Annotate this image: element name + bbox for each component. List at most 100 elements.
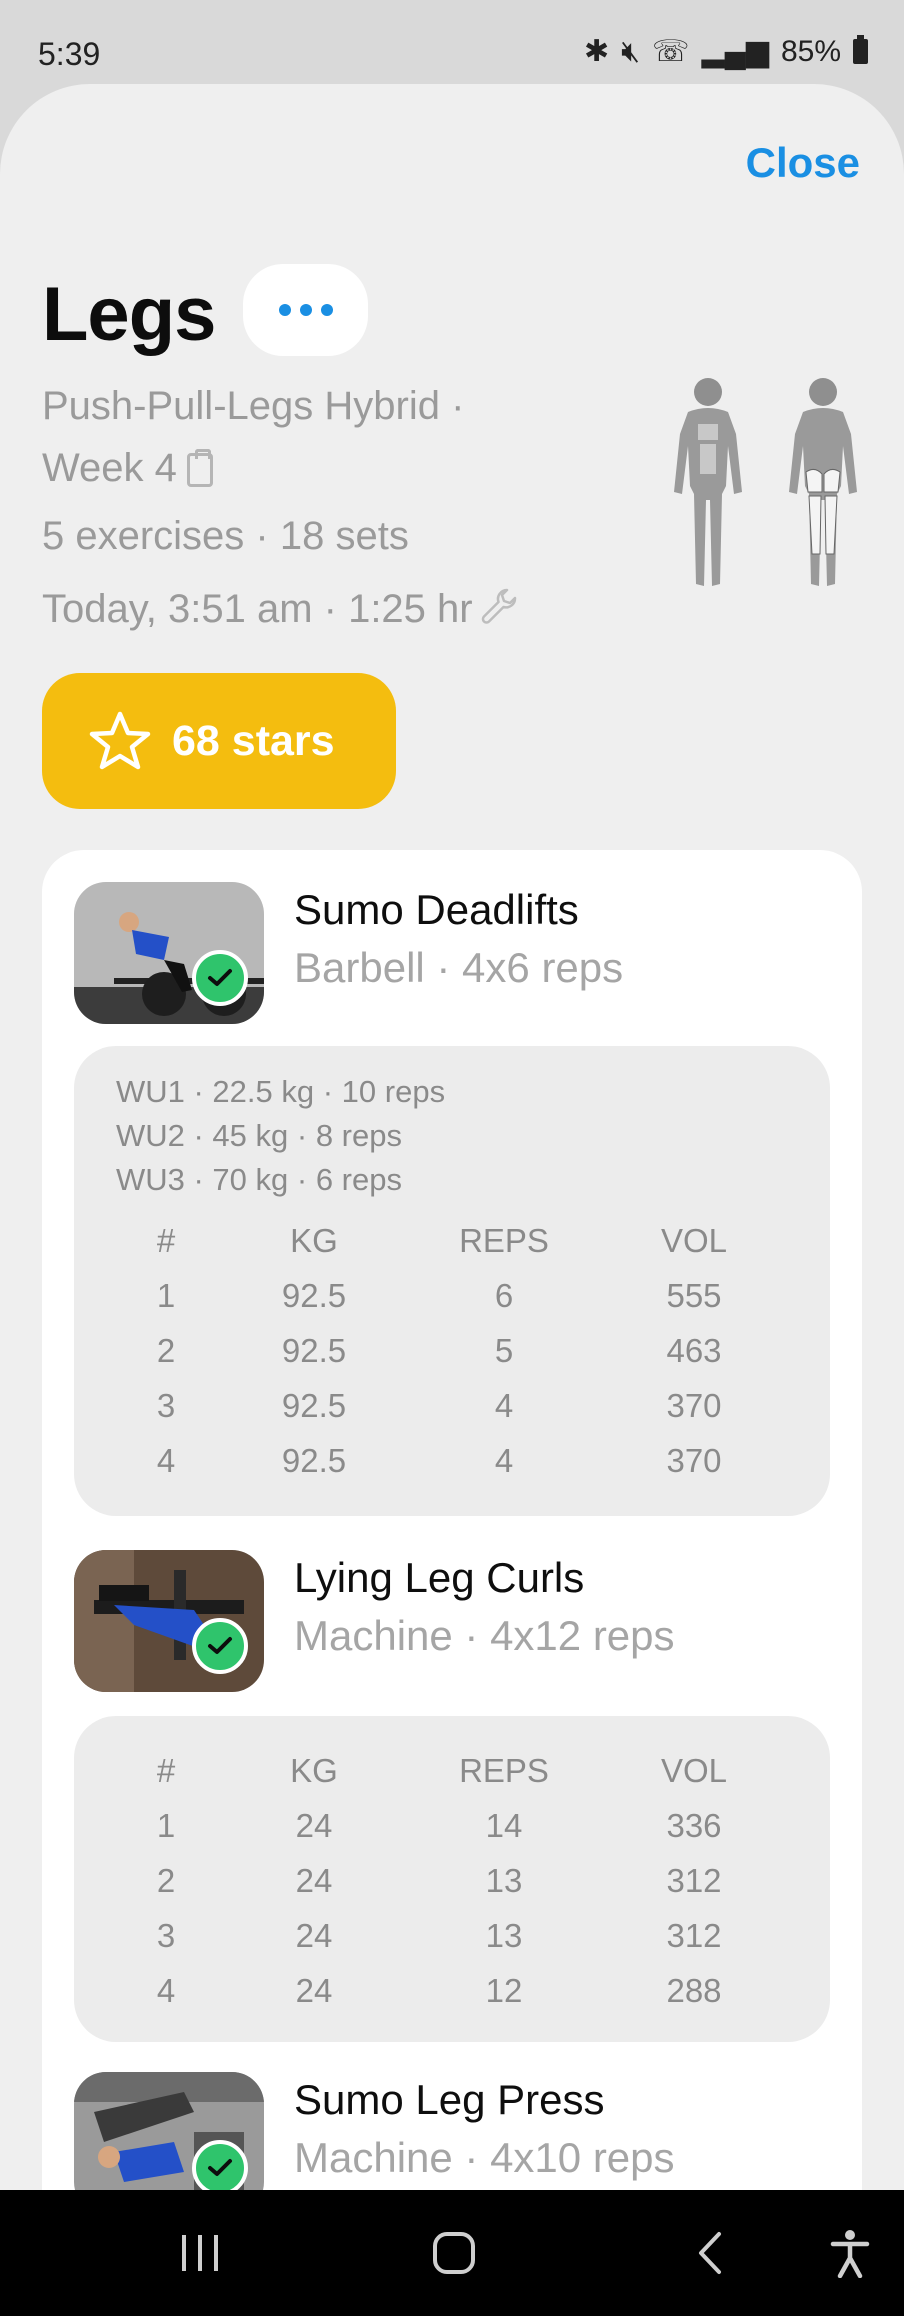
- set-kg: 24: [295, 1807, 333, 1844]
- set-volume: 312: [666, 1862, 722, 1899]
- warmup-set: WU2 · 45 kg · 8 reps: [116, 1118, 402, 1153]
- table-row: 4 92.5 4 370: [74, 1442, 830, 1497]
- dot-icon: [278, 304, 291, 316]
- bluetooth-icon: ✱: [583, 35, 610, 68]
- set-number: 3: [156, 1387, 176, 1424]
- set-volume: 555: [666, 1277, 722, 1314]
- datetime-line: Today, 3:51 am · 1:25 hr: [42, 586, 519, 632]
- body-front-figure: [674, 378, 742, 586]
- set-number: 4: [156, 1972, 176, 2009]
- table-row: 4 24 12 288: [74, 1972, 830, 2027]
- set-volume: 336: [666, 1807, 722, 1844]
- set-number: 2: [156, 1862, 176, 1899]
- stars-label: 68 stars: [172, 716, 335, 765]
- more-options-button[interactable]: [243, 264, 368, 356]
- exercise-thumbnail: [74, 1550, 264, 1692]
- workout-title: Legs: [42, 272, 216, 357]
- set-volume: 312: [666, 1917, 722, 1954]
- col-header: #: [156, 1752, 176, 1789]
- col-header: KG: [290, 1222, 338, 1259]
- table-row: 2 24 13 312: [74, 1862, 830, 1917]
- set-reps: 14: [485, 1807, 523, 1844]
- stars-button[interactable]: 68 stars: [42, 673, 396, 809]
- exercise-name: Lying Leg Curls: [294, 1554, 585, 1601]
- completed-check-icon: [192, 1618, 248, 1674]
- set-number: 4: [156, 1442, 176, 1479]
- set-reps: 4: [494, 1387, 514, 1424]
- warmup-set: WU1 · 22.5 kg · 10 reps: [116, 1074, 446, 1109]
- sets-panel: WU1 · 22.5 kg · 10 reps WU2 · 45 kg · 8 …: [74, 1046, 830, 1516]
- accessibility-icon[interactable]: [820, 2190, 880, 2316]
- set-kg: 24: [295, 1917, 333, 1954]
- set-volume: 288: [666, 1972, 722, 2009]
- table-row: 2 92.5 5 463: [74, 1332, 830, 1387]
- col-header: VOL: [660, 1222, 728, 1259]
- workout-datetime: Today, 3:51 am · 1:25 hr: [42, 587, 473, 631]
- set-kg: 24: [295, 1972, 333, 2009]
- workout-summary: 5 exercises · 18 sets: [42, 514, 409, 558]
- set-reps: 13: [485, 1862, 523, 1899]
- set-volume: 370: [666, 1442, 722, 1479]
- battery-icon: [853, 35, 868, 64]
- exercise-details: Barbell · 4x6 reps: [294, 944, 624, 991]
- dot-icon: [320, 304, 333, 316]
- col-header: VOL: [660, 1752, 728, 1789]
- exercise-details: Machine · 4x10 reps: [294, 2134, 675, 2181]
- set-volume: 463: [666, 1332, 722, 1369]
- table-row: 3 92.5 4 370: [74, 1387, 830, 1442]
- signal-icon: ▂▄▆: [701, 35, 769, 68]
- set-kg: 92.5: [281, 1332, 347, 1369]
- completed-check-icon: [192, 950, 248, 1006]
- set-reps: 5: [494, 1332, 514, 1369]
- status-time: 5:39: [38, 36, 101, 72]
- battery-text: 85%: [780, 34, 841, 68]
- warmup-set: WU3 · 70 kg · 6 reps: [116, 1162, 402, 1197]
- table-row: 3 24 13 312: [74, 1917, 830, 1972]
- table-header: # KG REPS VOL: [74, 1752, 830, 1807]
- set-kg: 92.5: [281, 1387, 347, 1424]
- week-label: Week 4: [42, 446, 177, 490]
- set-number: 1: [156, 1807, 176, 1844]
- table-row: 1 24 14 336: [74, 1807, 830, 1862]
- sets-panel: # KG REPS VOL 1 24 14 336 2 24 13 312 3 …: [74, 1716, 830, 2042]
- exercise-thumbnail: [74, 882, 264, 1024]
- wifi-call-icon: ☏: [652, 35, 690, 68]
- body-back-figure: [789, 378, 857, 586]
- col-header: REPS: [459, 1222, 549, 1259]
- set-kg: 92.5: [281, 1442, 347, 1479]
- col-header: KG: [290, 1752, 338, 1789]
- week-line: Week 4: [42, 446, 213, 491]
- table-row: 1 92.5 6 555: [74, 1277, 830, 1332]
- system-nav-bar: [0, 2190, 904, 2316]
- set-reps: 13: [485, 1917, 523, 1954]
- status-icons: ✱ 🔇︎ ☏ ▂▄▆ 85%: [584, 34, 868, 69]
- recents-icon[interactable]: [170, 2190, 230, 2316]
- back-icon[interactable]: [680, 2190, 740, 2316]
- close-button[interactable]: Close: [746, 139, 860, 187]
- set-kg: 24: [295, 1862, 333, 1899]
- completed-check-icon: [192, 2140, 248, 2190]
- set-kg: 92.5: [281, 1277, 347, 1314]
- col-header: REPS: [459, 1752, 549, 1789]
- workout-sheet: Close Legs Push-Pull-Legs Hybrid · Week …: [0, 84, 904, 2190]
- set-volume: 370: [666, 1387, 722, 1424]
- set-reps: 12: [485, 1972, 523, 2009]
- set-number: 2: [156, 1332, 176, 1369]
- set-number: 3: [156, 1917, 176, 1954]
- exercise-name: Sumo Leg Press: [294, 2076, 605, 2123]
- status-bar: 5:39 ✱ 🔇︎ ☏ ▂▄▆ 85%: [0, 0, 904, 84]
- program-name[interactable]: Push-Pull-Legs Hybrid ·: [42, 384, 464, 429]
- wrench-icon[interactable]: [479, 586, 519, 626]
- dot-icon: [299, 304, 312, 316]
- col-header: #: [156, 1222, 176, 1259]
- exercise-name: Sumo Deadlifts: [294, 886, 579, 933]
- exercise-details: Machine · 4x12 reps: [294, 1612, 675, 1659]
- clipboard-icon[interactable]: [186, 449, 213, 487]
- set-number: 1: [156, 1277, 176, 1314]
- star-icon: [89, 711, 151, 770]
- exercise-list-card: Sumo Deadlifts Barbell · 4x6 reps WU1 · …: [42, 850, 862, 2190]
- mute-icon: 🔇︎: [621, 34, 641, 68]
- set-reps: 6: [494, 1277, 514, 1314]
- home-icon[interactable]: [424, 2190, 484, 2316]
- set-reps: 4: [494, 1442, 514, 1479]
